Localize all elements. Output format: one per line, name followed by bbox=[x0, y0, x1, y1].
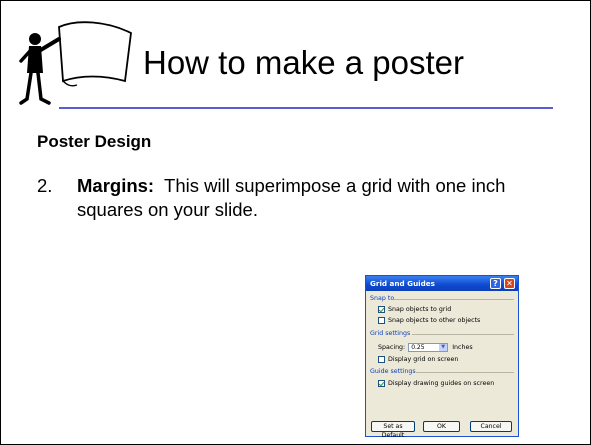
slide: How to make a poster Poster Design 2. Ma… bbox=[0, 0, 591, 445]
snap-other-label: Snap objects to other objects bbox=[388, 317, 481, 324]
list-item-number: 2. bbox=[37, 175, 53, 196]
display-grid-checkbox[interactable] bbox=[378, 356, 385, 363]
spacing-value: 0.25 bbox=[411, 344, 425, 351]
grid-settings-group-label: Grid settings bbox=[370, 330, 411, 337]
group-divider bbox=[394, 299, 514, 300]
person-holding-sign-icon bbox=[19, 21, 132, 105]
snap-other-option[interactable]: Snap objects to other objects bbox=[378, 317, 480, 324]
display-guides-option[interactable]: Display drawing guides on screen bbox=[378, 380, 494, 387]
group-divider bbox=[412, 334, 514, 335]
spacing-row: Spacing: 0.25 ▼ Inches bbox=[378, 343, 473, 352]
ok-button[interactable]: OK bbox=[423, 421, 460, 432]
help-icon[interactable]: ? bbox=[490, 278, 501, 289]
section-heading: Poster Design bbox=[37, 132, 152, 151]
spacing-label: Spacing: bbox=[378, 344, 406, 351]
list-item-body: Margins: This will superimpose a grid wi… bbox=[77, 174, 547, 222]
slide-title: How to make a poster bbox=[143, 44, 464, 81]
snap-grid-label: Snap objects to grid bbox=[388, 306, 452, 313]
dialog-title-bar: Grid and Guides ? ✕ bbox=[366, 276, 518, 291]
spacing-select[interactable]: 0.25 ▼ bbox=[408, 343, 449, 352]
set-default-button[interactable]: Set as Default bbox=[371, 421, 415, 439]
display-guides-checkbox[interactable] bbox=[378, 380, 385, 387]
snap-grid-checkbox[interactable] bbox=[378, 306, 385, 313]
display-grid-option[interactable]: Display grid on screen bbox=[378, 356, 458, 363]
dialog-title: Grid and Guides bbox=[370, 279, 435, 288]
chevron-down-icon[interactable]: ▼ bbox=[439, 344, 448, 351]
cancel-button[interactable]: Cancel bbox=[470, 421, 512, 432]
group-divider bbox=[416, 372, 514, 373]
guide-settings-group-label: Guide settings bbox=[370, 368, 416, 375]
snap-grid-option[interactable]: Snap objects to grid bbox=[378, 306, 451, 313]
close-icon[interactable]: ✕ bbox=[504, 278, 515, 289]
spacing-unit: Inches bbox=[452, 344, 473, 351]
grid-guides-dialog: Grid and Guides ? ✕ Snap to Snap objects… bbox=[365, 275, 519, 439]
list-item-keyword: Margins: bbox=[77, 175, 155, 196]
display-guides-label: Display drawing guides on screen bbox=[388, 380, 495, 387]
snap-to-group-label: Snap to bbox=[370, 295, 395, 302]
snap-other-checkbox[interactable] bbox=[378, 317, 385, 324]
title-underline bbox=[59, 107, 553, 109]
display-grid-label: Display grid on screen bbox=[388, 356, 459, 363]
